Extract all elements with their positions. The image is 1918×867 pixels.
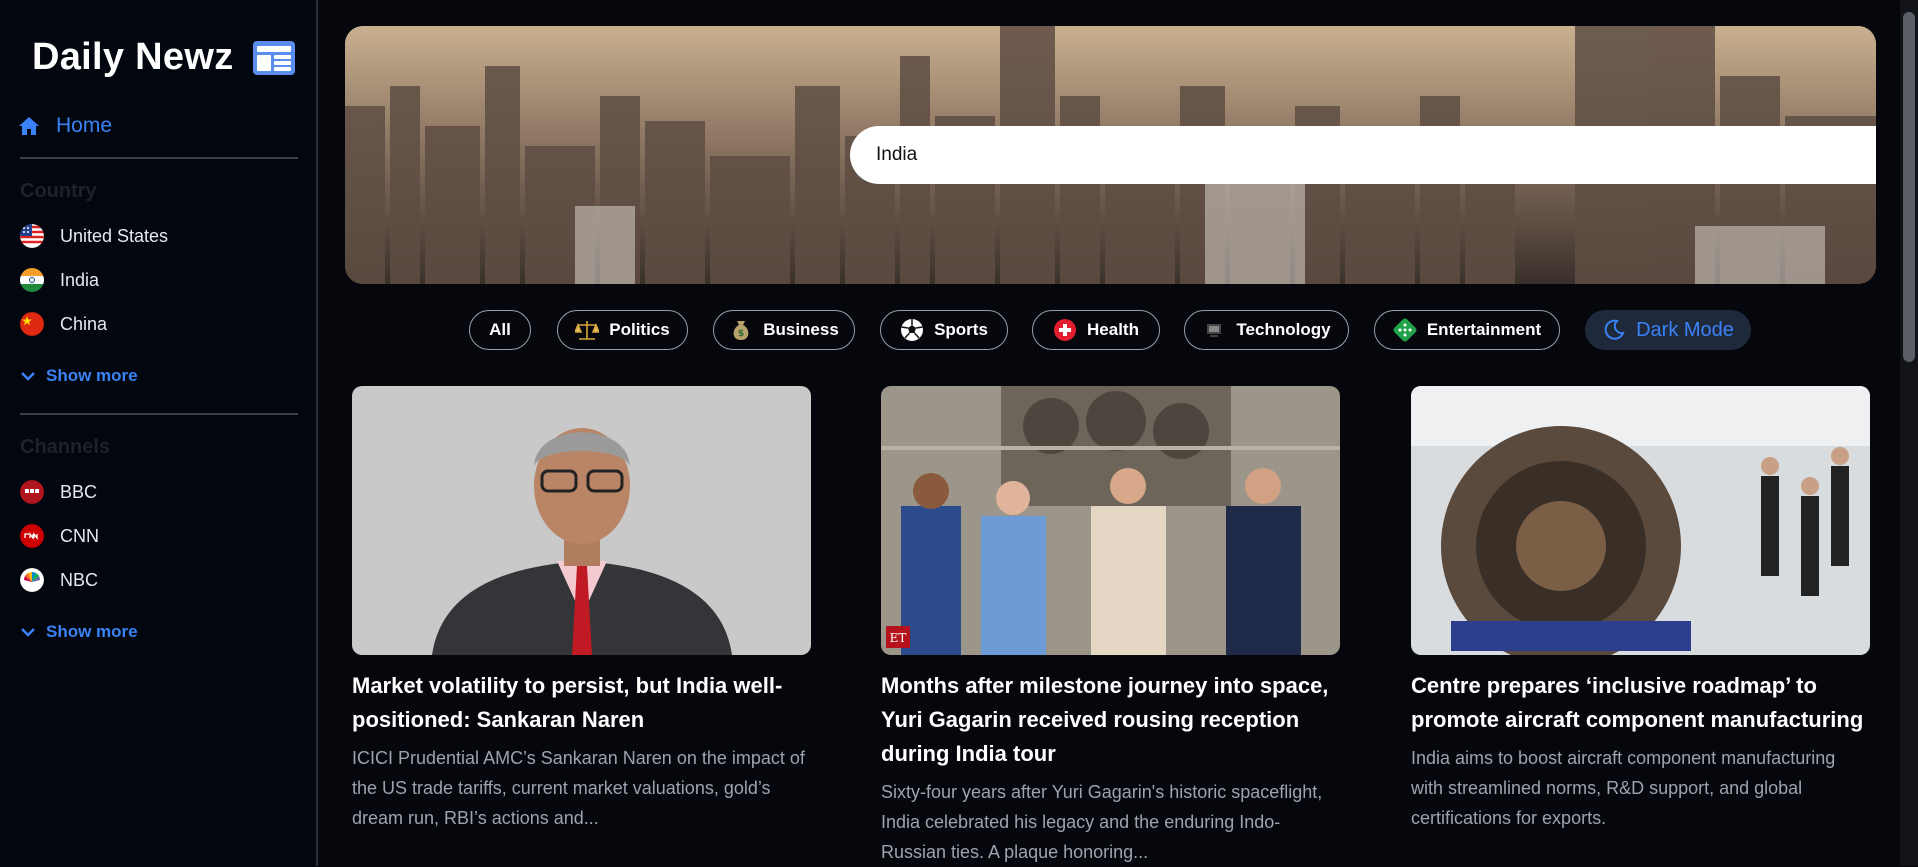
article-card[interactable]: ET Months after milestone journey into s… — [881, 386, 1341, 867]
home-label: Home — [56, 114, 113, 137]
article-description: India aims to boost aircraft component m… — [1411, 748, 1836, 828]
chevron-down-icon — [21, 372, 35, 381]
divider — [20, 413, 298, 415]
brand[interactable]: Daily Newz — [32, 36, 296, 79]
sidebar-item-cnn[interactable]: CNN — [20, 524, 99, 548]
us-flag-icon — [20, 224, 44, 248]
article-description: ICICI Prudential AMC’s Sankaran Naren on… — [352, 748, 805, 828]
article-card[interactable]: Market volatility to persist, but India … — [352, 386, 812, 833]
india-flag-icon — [20, 268, 44, 292]
search-bar — [850, 126, 1876, 184]
sidebar-item-nbc[interactable]: NBC — [20, 568, 98, 592]
article-card[interactable]: Centre prepares ‘inclusive roadmap’ to p… — [1411, 386, 1871, 833]
show-more-label: Show more — [46, 622, 138, 641]
countries-show-more[interactable]: Show more — [20, 366, 138, 386]
dice-icon — [1393, 318, 1417, 342]
brand-name: Daily Newz — [32, 36, 234, 78]
article-title[interactable]: Months after milestone journey into spac… — [881, 669, 1341, 771]
dark-mode-label: Dark Mode — [1636, 318, 1734, 341]
sidebar: Daily Newz Home Country United States In… — [0, 0, 318, 866]
svg-text:$: $ — [738, 329, 744, 339]
moon-icon — [1602, 318, 1626, 342]
nbc-logo-icon — [20, 568, 44, 592]
sidebar-item-china[interactable]: China — [20, 312, 107, 336]
computer-icon — [1202, 318, 1226, 342]
et-badge: ET — [890, 631, 907, 645]
category-politics[interactable]: Politics — [557, 310, 688, 350]
category-label: Health — [1087, 320, 1139, 339]
category-all[interactable]: All — [469, 310, 531, 350]
category-health[interactable]: Health — [1032, 310, 1160, 350]
search-input[interactable] — [874, 143, 1876, 167]
sidebar-item-bbc[interactable]: BBC — [20, 480, 97, 504]
category-label: Technology — [1236, 320, 1331, 339]
article-image[interactable] — [1411, 386, 1870, 655]
cnn-logo-icon — [20, 524, 44, 548]
country-section-title: Country — [20, 180, 97, 202]
sidebar-item-label: CNN — [60, 525, 99, 546]
scales-icon — [575, 318, 600, 342]
channels-show-more[interactable]: Show more — [20, 622, 138, 642]
medical-cross-icon — [1053, 318, 1077, 342]
home-icon — [19, 117, 39, 135]
sidebar-item-label: BBC — [60, 481, 98, 502]
sidebar-item-india[interactable]: India — [20, 268, 99, 292]
category-label: Sports — [934, 320, 988, 339]
sidebar-item-united-states[interactable]: United States — [20, 224, 168, 248]
page-scrollbar[interactable] — [1900, 0, 1918, 866]
scrollbar-thumb[interactable] — [1903, 12, 1915, 362]
article-title[interactable]: Centre prepares ‘inclusive roadmap’ to p… — [1411, 669, 1871, 737]
category-technology[interactable]: Technology — [1184, 310, 1349, 350]
article-image[interactable]: ET — [881, 386, 1340, 655]
sidebar-item-label: India — [60, 269, 100, 290]
divider — [20, 157, 298, 159]
sidebar-item-label: NBC — [60, 569, 99, 590]
article-description: Sixty-four years after Yuri Gagarin's hi… — [881, 782, 1323, 862]
sidebar-item-label: China — [60, 313, 108, 334]
chevron-down-icon — [21, 628, 35, 637]
soccer-ball-icon — [900, 318, 924, 342]
category-label: Politics — [609, 320, 670, 339]
hero-banner — [345, 26, 1876, 284]
sidebar-item-label: United States — [60, 225, 169, 246]
article-title[interactable]: Market volatility to persist, but India … — [352, 669, 812, 737]
newspaper-icon — [252, 40, 295, 75]
nav-home[interactable]: Home — [18, 114, 112, 138]
article-image[interactable] — [352, 386, 811, 655]
show-more-label: Show more — [46, 366, 138, 385]
bbc-logo-icon — [20, 480, 44, 504]
money-bag-icon: $ — [729, 318, 753, 342]
category-entertainment[interactable]: Entertainment — [1374, 310, 1560, 350]
category-label: Entertainment — [1426, 320, 1542, 339]
category-business[interactable]: $ Business — [713, 310, 855, 350]
category-label: Business — [763, 320, 839, 339]
china-flag-icon — [20, 312, 44, 336]
channels-section-title: Channels — [20, 436, 111, 458]
category-sports[interactable]: Sports — [880, 310, 1008, 350]
category-label: All — [489, 320, 511, 339]
dark-mode-toggle[interactable]: Dark Mode — [1585, 310, 1751, 350]
